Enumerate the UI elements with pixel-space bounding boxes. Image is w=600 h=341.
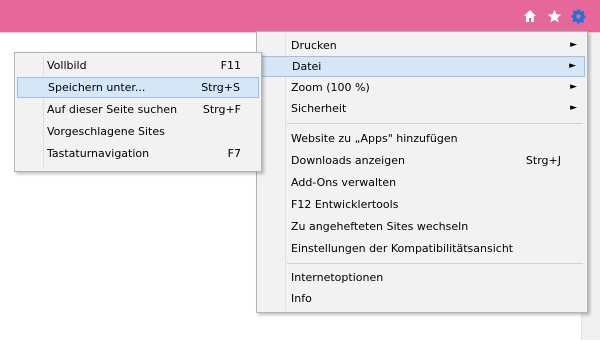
menu-item-sicherheit[interactable]: Sicherheit ►	[259, 98, 585, 119]
menu-item-suggested-sites[interactable]: Vorgeschlagene Sites	[17, 121, 259, 142]
menu-separator	[287, 263, 583, 264]
menu-item-find-on-page[interactable]: Auf dieser Seite suchen Strg+F	[17, 99, 259, 120]
menu-item-save-as[interactable]: Speichern unter... Strg+S	[17, 77, 259, 98]
menu-item-datei[interactable]: Datei ►	[259, 56, 585, 77]
home-icon[interactable]	[522, 8, 538, 24]
menu-item-addons[interactable]: Add-Ons verwalten	[259, 172, 585, 193]
menu-item-add-app[interactable]: Website zu „Apps" hinzufügen	[259, 128, 585, 149]
menu-item-label: Info	[291, 292, 312, 305]
menu-item-label: Speichern unter...	[48, 81, 146, 94]
submenu-arrow-icon: ►	[570, 82, 577, 92]
menu-item-label: F12 Entwicklertools	[291, 198, 399, 211]
submenu-arrow-icon: ►	[570, 40, 577, 50]
menu-item-shortcut: F7	[227, 147, 241, 160]
menu-item-shortcut: Strg+F	[202, 103, 241, 116]
menu-item-label: Drucken	[291, 39, 337, 52]
menu-item-shortcut: Strg+J	[525, 154, 561, 167]
title-bar	[0, 0, 600, 32]
menu-item-label: Website zu „Apps" hinzufügen	[291, 132, 458, 145]
submenu-arrow-icon: ►	[569, 61, 576, 71]
menu-item-label: Datei	[292, 60, 322, 73]
favorites-star-icon[interactable]	[546, 8, 562, 24]
menu-item-internet-options[interactable]: Internetoptionen	[259, 267, 585, 288]
menu-item-label: Zoom (100 %)	[291, 81, 370, 94]
menu-item-label: Sicherheit	[291, 102, 347, 115]
menu-item-shortcut: F11	[220, 59, 241, 72]
tools-gear-icon[interactable]	[570, 8, 586, 24]
menu-item-label: Einstellungen der Kompatibilitätsansicht	[291, 242, 514, 255]
file-submenu: Vollbild F11 Speichern unter... Strg+S A…	[14, 52, 262, 172]
menu-item-info[interactable]: Info	[259, 288, 585, 309]
menu-item-caret-browsing[interactable]: Tastaturnavigation F7	[17, 143, 259, 164]
menu-item-label: Zu angehefteten Sites wechseln	[291, 220, 469, 233]
menu-item-pinned-sites[interactable]: Zu angehefteten Sites wechseln	[259, 216, 585, 237]
toolbar-icons	[522, 8, 586, 24]
menu-item-downloads[interactable]: Downloads anzeigen Strg+J	[259, 150, 585, 171]
menu-item-compat-view[interactable]: Einstellungen der Kompatibilitätsansicht	[259, 238, 585, 259]
menu-item-label: Internetoptionen	[291, 271, 384, 284]
submenu-arrow-icon: ►	[570, 103, 577, 113]
menu-item-zoom[interactable]: Zoom (100 %) ►	[259, 77, 585, 98]
tools-menu: Drucken ► Datei ► Zoom (100 %) ► Sicherh…	[256, 31, 588, 313]
menu-item-label: Downloads anzeigen	[291, 154, 405, 167]
menu-item-label: Auf dieser Seite suchen	[47, 103, 178, 116]
menu-separator	[287, 123, 583, 124]
menu-item-label: Add-Ons verwalten	[291, 176, 397, 189]
menu-item-drucken[interactable]: Drucken ►	[259, 35, 585, 56]
menu-item-label: Tastaturnavigation	[47, 147, 150, 160]
menu-item-label: Vorgeschlagene Sites	[47, 125, 165, 138]
menu-item-shortcut: Strg+S	[201, 81, 240, 94]
menu-item-label: Vollbild	[47, 59, 87, 72]
menu-item-fullscreen[interactable]: Vollbild F11	[17, 55, 259, 76]
menu-item-devtools[interactable]: F12 Entwicklertools	[259, 194, 585, 215]
